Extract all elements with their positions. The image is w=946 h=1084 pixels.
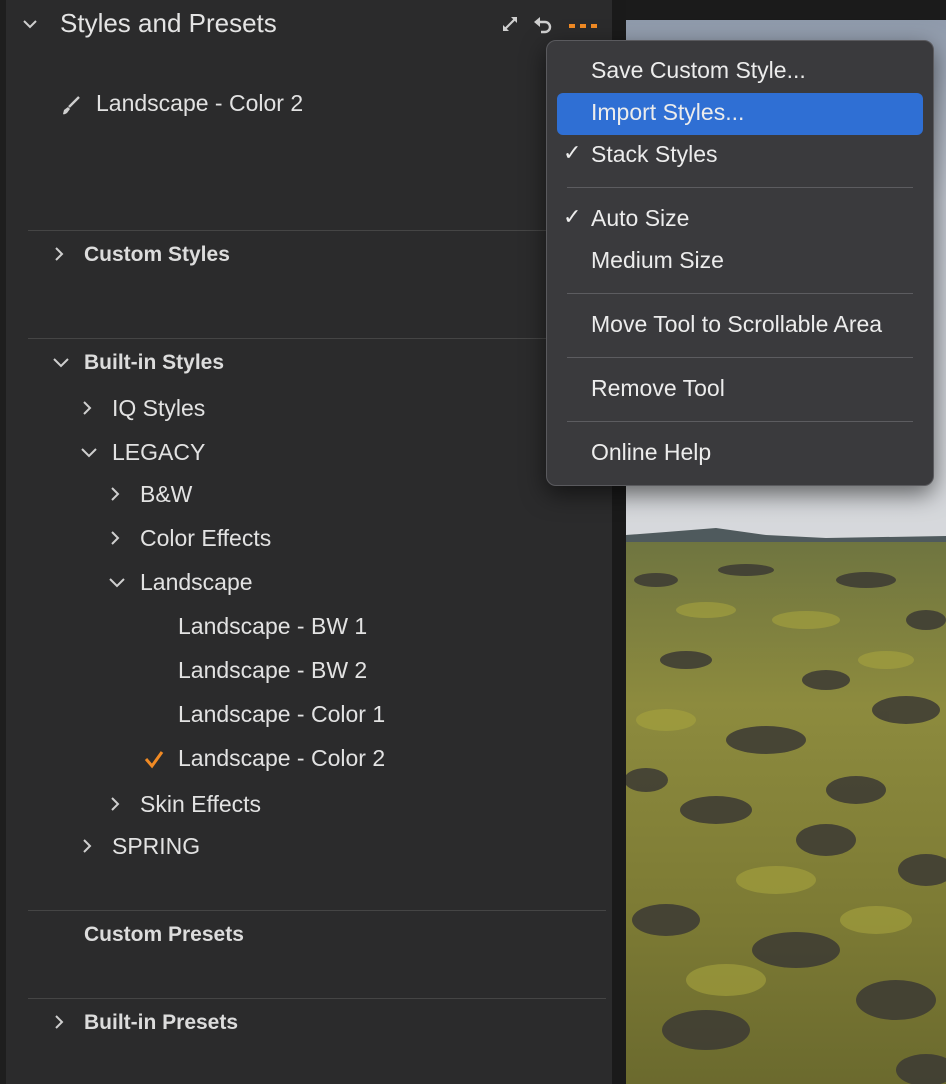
checkmark-icon: ✓ (563, 204, 582, 229)
brush-icon (60, 94, 82, 116)
section-custom-styles[interactable]: Custom Styles (84, 243, 230, 267)
style-landscape-bw2[interactable]: Landscape - BW 2 (178, 657, 367, 684)
chevron-right-icon[interactable] (108, 796, 122, 812)
expand-icon[interactable] (500, 14, 520, 39)
section-builtin-presets[interactable]: Built-in Presets (84, 1011, 238, 1035)
checkmark-icon: ✓ (563, 140, 582, 165)
style-landscape-color1[interactable]: Landscape - Color 1 (178, 701, 385, 728)
chevron-right-icon[interactable] (52, 246, 66, 262)
divider (28, 998, 606, 999)
style-landscape-bw1[interactable]: Landscape - BW 1 (178, 613, 367, 640)
applied-style-label: Landscape - Color 2 (96, 90, 304, 116)
menu-item-medium-size[interactable]: Medium Size (557, 241, 923, 283)
tree-item-spring[interactable]: SPRING (112, 833, 200, 860)
menu-item-label: Auto Size (591, 205, 690, 231)
tree-item-iq-styles[interactable]: IQ Styles (112, 395, 205, 422)
section-custom-presets[interactable]: Custom Presets (84, 923, 244, 947)
style-landscape-color2[interactable]: Landscape - Color 2 (178, 745, 385, 772)
menu-separator (567, 421, 913, 422)
menu-item-stack-styles[interactable]: ✓ Stack Styles (557, 135, 923, 177)
divider (28, 338, 606, 339)
chevron-right-icon[interactable] (108, 530, 122, 546)
menu-item-auto-size[interactable]: ✓ Auto Size (557, 199, 923, 241)
menu-item-save-custom-style[interactable]: Save Custom Style... (557, 51, 923, 93)
menu-separator (567, 187, 913, 188)
tree-item-skin-effects[interactable]: Skin Effects (140, 791, 261, 818)
chevron-down-icon[interactable] (80, 446, 98, 460)
options-menu: Save Custom Style... Import Styles... ✓ … (546, 40, 934, 486)
reset-icon[interactable] (532, 14, 554, 41)
chevron-right-icon[interactable] (80, 838, 94, 854)
tree-item-bw[interactable]: B&W (140, 481, 192, 508)
chevron-down-icon[interactable] (52, 356, 70, 370)
menu-item-move-tool[interactable]: Move Tool to Scrollable Area (557, 305, 923, 347)
menu-item-label: Online Help (591, 439, 712, 465)
menu-separator (567, 293, 913, 294)
menu-item-label: Remove Tool (591, 375, 725, 401)
menu-item-label: Stack Styles (591, 141, 718, 167)
menu-item-label: Move Tool to Scrollable Area (591, 311, 883, 337)
menu-item-import-styles[interactable]: Import Styles... (557, 93, 923, 135)
section-builtin-styles[interactable]: Built-in Styles (84, 351, 224, 375)
divider (28, 230, 606, 231)
tree-item-legacy[interactable]: LEGACY (112, 439, 205, 466)
menu-item-label: Medium Size (591, 247, 724, 273)
chevron-right-icon[interactable] (108, 486, 122, 502)
more-icon[interactable] (568, 18, 598, 36)
styles-presets-panel: Styles and Presets Landscape - Color 2 C… (6, 0, 612, 1084)
menu-item-remove-tool[interactable]: Remove Tool (557, 369, 923, 411)
tree-item-landscape[interactable]: Landscape (140, 569, 253, 596)
checkmark-icon (144, 749, 164, 769)
tree-item-color-effects[interactable]: Color Effects (140, 525, 271, 552)
chevron-down-icon[interactable] (22, 16, 38, 32)
chevron-right-icon[interactable] (80, 400, 94, 416)
menu-item-online-help[interactable]: Online Help (557, 433, 923, 475)
panel-title: Styles and Presets (60, 8, 277, 38)
divider (28, 910, 606, 911)
chevron-down-icon[interactable] (108, 576, 126, 590)
menu-item-label: Save Custom Style... (591, 57, 806, 83)
menu-item-label: Import Styles... (591, 99, 745, 125)
chevron-right-icon[interactable] (52, 1014, 66, 1030)
menu-separator (567, 357, 913, 358)
